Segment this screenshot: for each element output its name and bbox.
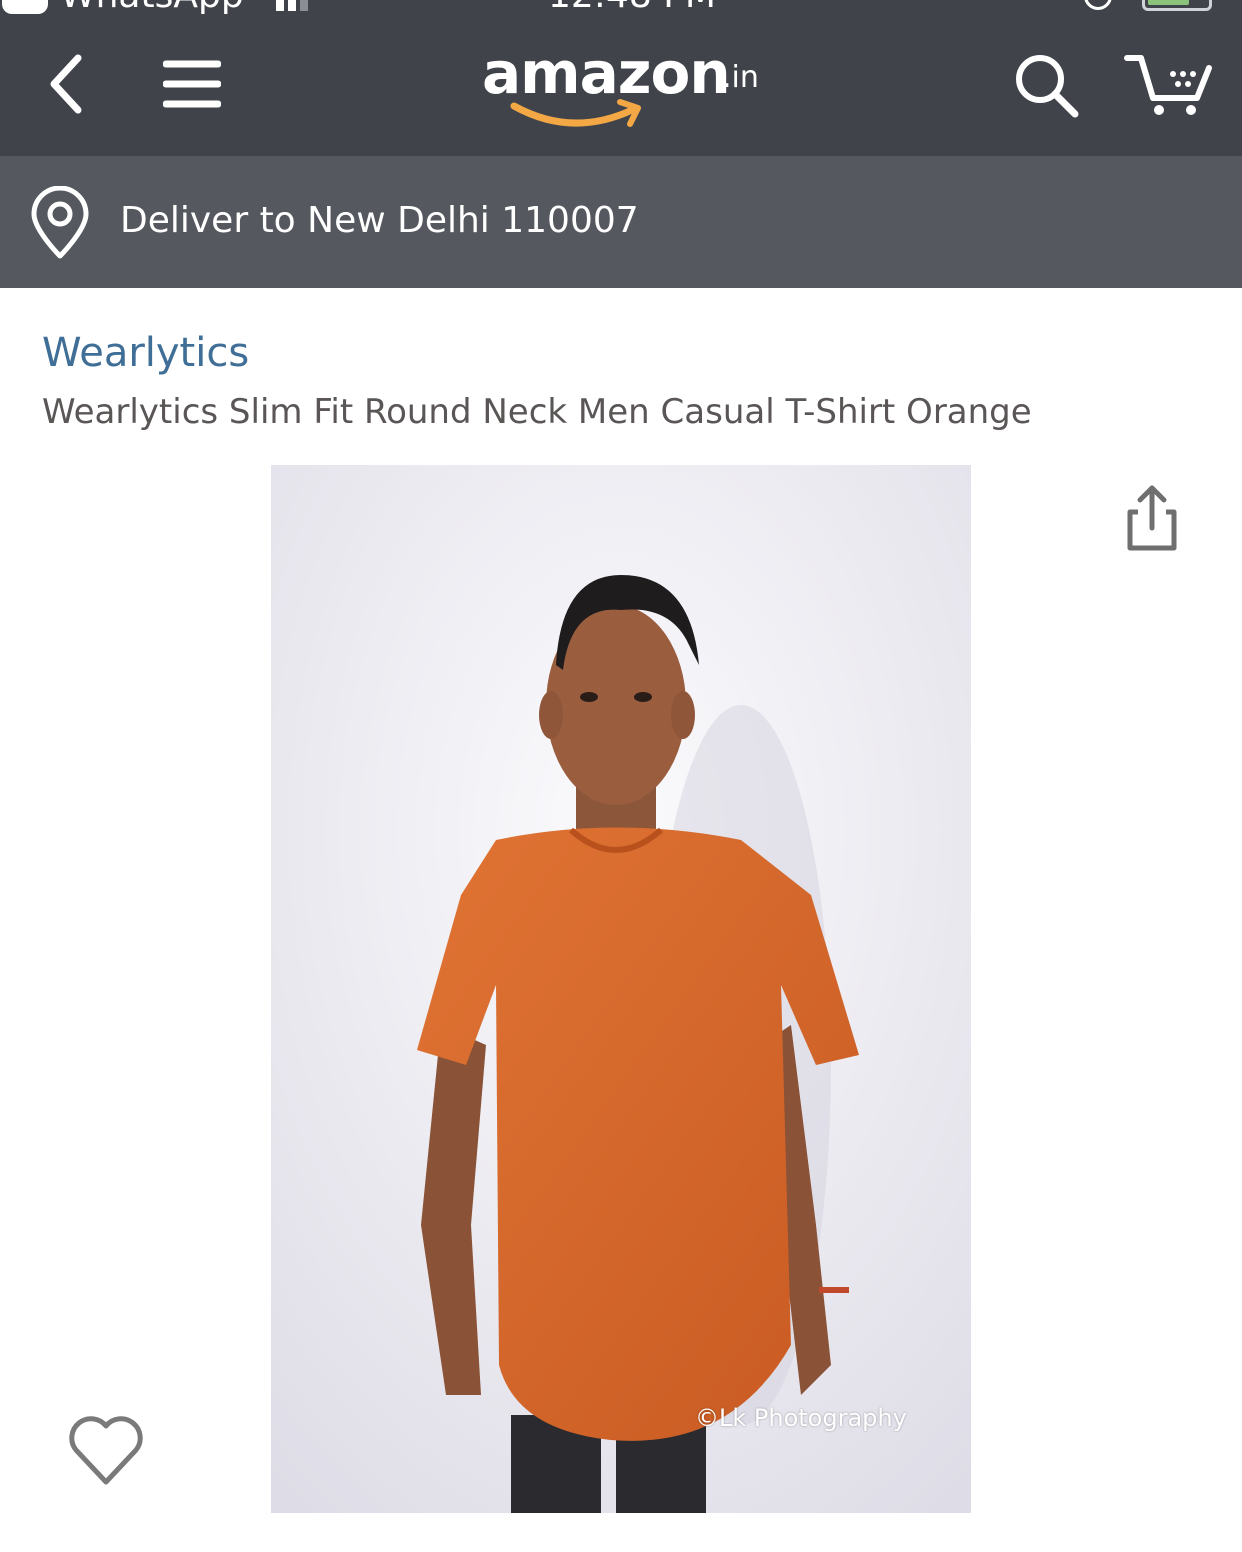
status-bar: WhatsApp 12:48 PM [0,0,1242,14]
product-title: Wearlytics Slim Fit Round Neck Men Casua… [42,392,1032,432]
search-button[interactable] [1000,40,1092,130]
chevron-left-icon [50,54,82,114]
logo-tld: .in [722,60,759,95]
product-image[interactable]: ©Lk Photography [271,465,971,1513]
back-to-app-label[interactable]: WhatsApp [60,0,244,14]
signal-icon [275,0,308,11]
logo-smile-icon [510,99,641,127]
image-watermark: ©Lk Photography [695,1404,907,1432]
wishlist-button[interactable] [66,1412,146,1488]
hamburger-menu-icon [163,60,221,108]
status-time: 12:48 PM [548,0,716,14]
menu-button[interactable] [150,44,234,124]
search-icon [1016,55,1079,118]
location-pin-icon [31,186,89,259]
back-to-app-icon[interactable] [2,0,48,14]
deliver-to-bar[interactable]: Deliver to New Delhi 110007 [0,156,1242,288]
orientation-lock-icon [1084,0,1112,10]
brand-link[interactable]: Wearlytics [42,326,249,380]
product-photo-illustration [271,465,971,1513]
status-left: WhatsApp [0,0,308,14]
amazon-logo[interactable]: amazon .in [482,36,772,140]
status-right [1084,0,1212,14]
cart-button[interactable] [1118,40,1218,130]
heart-icon [69,1416,143,1485]
deliver-location-text[interactable]: Deliver to New Delhi 110007 [120,198,639,244]
back-button[interactable] [30,44,102,124]
cart-icon [1124,55,1212,115]
share-icon [1127,485,1177,551]
battery-icon [1142,0,1212,11]
app-header: amazon .in [0,14,1242,156]
share-button[interactable] [1116,482,1188,554]
